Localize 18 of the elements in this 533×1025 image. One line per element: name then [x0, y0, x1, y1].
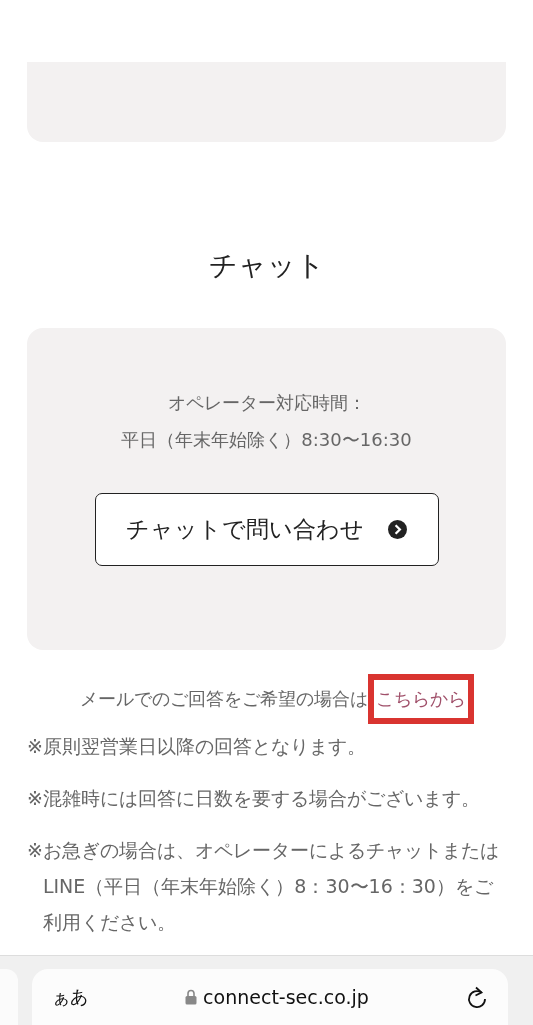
chevron-right-icon: [388, 520, 407, 539]
note-text: お急ぎの場合は、オペレーターによるチャットまたはLINE（平日（年末年始除く）8：30〜16：30）をご利用ください。: [42, 838, 500, 935]
mail-link[interactable]: こちらから: [367, 674, 474, 724]
note-mark: ※: [27, 734, 43, 759]
address-field[interactable]: ぁあ connect-sec.co.jp: [32, 969, 508, 1025]
note-text: 混雑時には回答に日数を要する場合がございます。: [42, 786, 480, 811]
hours-label: オペレーター対応時間：: [167, 391, 366, 415]
note-text: 原則翌営業日以降の回答となります。: [42, 734, 366, 759]
section-title: チャット: [207, 248, 326, 284]
url-text: connect-sec.co.jp: [203, 986, 369, 1008]
note-mark: ※: [27, 786, 43, 811]
text-size-button[interactable]: ぁあ: [52, 985, 88, 1009]
mail-text: メールでのご回答をご希望の場合は: [79, 687, 368, 711]
chat-button[interactable]: チャットで問い合わせ: [94, 493, 439, 566]
lock-icon: [185, 989, 198, 1005]
note-mark: ※: [27, 838, 43, 863]
reload-icon[interactable]: [466, 985, 488, 1009]
hours-value: 平日（年末年始除く）8:30〜16:30: [121, 428, 412, 452]
